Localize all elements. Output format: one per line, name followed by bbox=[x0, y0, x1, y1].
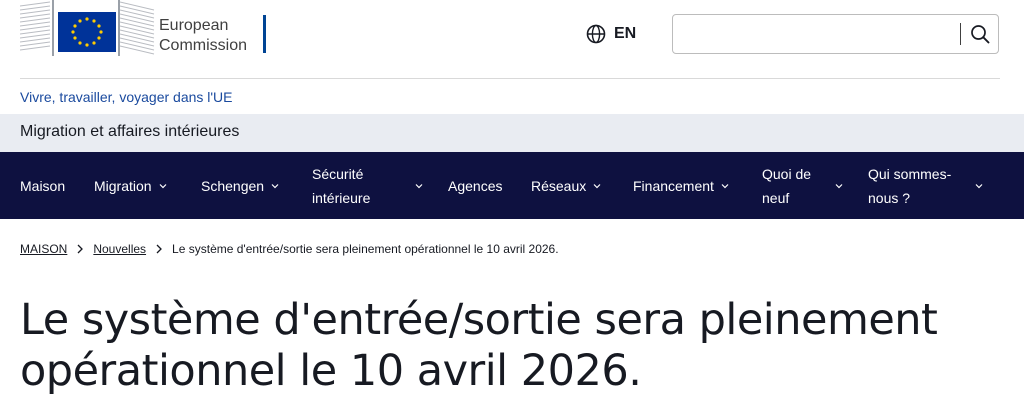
nav-label-line-1: Sécurité bbox=[312, 165, 364, 182]
nav-label: Maison bbox=[20, 177, 66, 194]
header: European Commission EN bbox=[0, 0, 1024, 78]
language-label: EN bbox=[614, 25, 637, 42]
nav-item-agences[interactable]: Agences bbox=[448, 152, 502, 219]
chevron-down-icon bbox=[593, 183, 601, 188]
brand-accent-bar bbox=[263, 15, 266, 53]
nav-item-quoi-de-neuf[interactable]: Quoi de neuf bbox=[762, 152, 844, 219]
header-divider bbox=[20, 78, 1000, 79]
chevron-right-icon bbox=[154, 243, 164, 255]
breadcrumb-current: Le système d'entrée/sortie sera pleineme… bbox=[172, 242, 559, 256]
main-navigation: Maison Migration Schengen Sécurité intér… bbox=[0, 152, 1024, 219]
chevron-right-icon bbox=[75, 243, 85, 255]
nav-item-maison[interactable]: Maison bbox=[20, 152, 65, 219]
nav-item-financement[interactable]: Financement bbox=[633, 152, 730, 219]
nav-label: Migration bbox=[94, 177, 152, 194]
search-button[interactable] bbox=[966, 21, 994, 47]
nav-item-reseaux[interactable]: Réseaux bbox=[531, 152, 602, 219]
chevron-down-icon bbox=[835, 183, 843, 188]
nav-label: Agences bbox=[448, 177, 503, 194]
tagline-link[interactable]: Vivre, travailler, voyager dans l'UE bbox=[20, 88, 233, 106]
brand-line-1: European bbox=[159, 17, 229, 34]
chevron-down-icon bbox=[159, 183, 167, 188]
nav-item-migration[interactable]: Migration bbox=[94, 152, 168, 219]
chevron-down-icon bbox=[271, 183, 279, 188]
nav-label-line-2: neuf bbox=[762, 189, 790, 206]
search-box bbox=[672, 14, 999, 54]
breadcrumb-link-maison[interactable]: MAISON bbox=[20, 242, 67, 256]
search-input[interactable] bbox=[673, 15, 959, 53]
chevron-down-icon bbox=[721, 183, 729, 188]
search-divider bbox=[960, 23, 961, 45]
nav-label: Quoi de neuf bbox=[762, 162, 828, 210]
brand-name: European Commission bbox=[159, 16, 247, 56]
nav-label: Qui sommes- nous ? bbox=[868, 162, 968, 210]
breadcrumb-link-nouvelles[interactable]: Nouvelles bbox=[93, 242, 146, 256]
eu-flag-logo-icon bbox=[20, 0, 155, 56]
european-commission-logo[interactable]: European Commission bbox=[20, 0, 270, 56]
nav-label: Réseaux bbox=[531, 177, 587, 194]
nav-label-line-1: Qui sommes- bbox=[868, 165, 952, 182]
chevron-down-icon bbox=[415, 183, 423, 188]
nav-label-line-2: intérieure bbox=[312, 189, 371, 206]
search-icon bbox=[971, 25, 990, 44]
nav-label-line-2: nous ? bbox=[868, 189, 911, 206]
language-selector[interactable]: EN bbox=[586, 22, 636, 46]
chevron-down-icon bbox=[975, 183, 983, 188]
nav-item-schengen[interactable]: Schengen bbox=[201, 152, 280, 219]
globe-icon bbox=[586, 24, 606, 44]
nav-label: Financement bbox=[633, 177, 714, 194]
brand-line-2: Commission bbox=[159, 37, 248, 54]
nav-item-qui-sommes-nous[interactable]: Qui sommes- nous ? bbox=[868, 152, 984, 219]
site-name[interactable]: Migration et affaires intérieures bbox=[20, 123, 239, 141]
nav-label-line-1: Quoi de bbox=[762, 165, 812, 182]
site-name-bar: Migration et affaires intérieures bbox=[0, 114, 1024, 152]
nav-label: Schengen bbox=[201, 177, 265, 194]
breadcrumb: MAISON Nouvelles Le système d'entrée/sor… bbox=[20, 240, 559, 258]
page-title: Le système d'entrée/sortie sera pleineme… bbox=[20, 295, 1010, 397]
nav-item-securite-interieure[interactable]: Sécurité intérieure bbox=[312, 152, 424, 219]
nav-label: Sécurité intérieure bbox=[312, 162, 408, 210]
page-title-line-1: Le système d'entrée/sortie sera pleineme… bbox=[20, 295, 938, 345]
page-title-line-2: opérationnel le 10 avril 2026. bbox=[20, 346, 642, 396]
